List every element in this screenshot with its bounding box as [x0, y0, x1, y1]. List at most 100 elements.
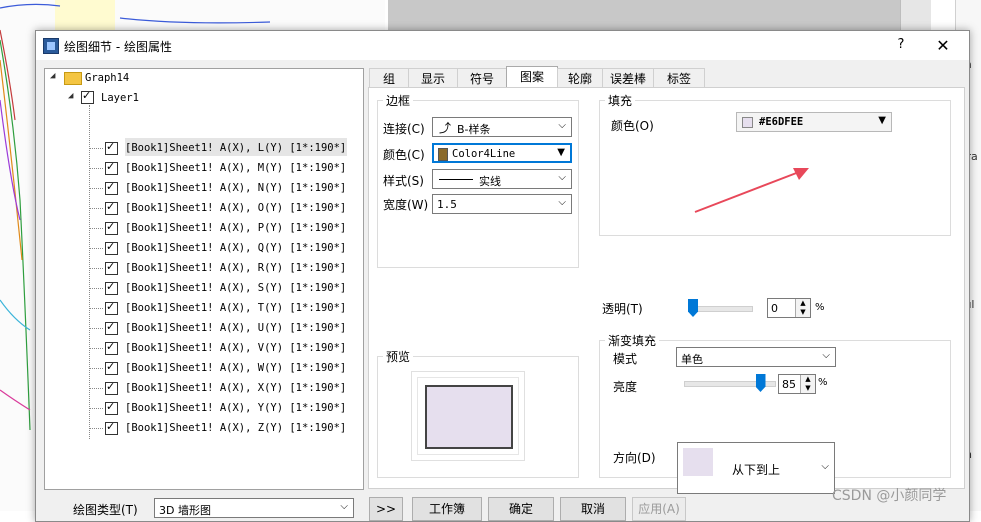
- folder-icon: [64, 72, 82, 85]
- tree-connector: [89, 428, 103, 429]
- app-icon: [43, 38, 59, 54]
- plot-checkbox[interactable]: [105, 420, 118, 435]
- fill-group-label: 填充: [605, 92, 636, 109]
- plot-type-label: 绘图类型(T): [73, 503, 138, 517]
- tab-display[interactable]: 显示: [408, 68, 458, 89]
- tree-plot-item[interactable]: [Book1]Sheet1! A(X), M(Y) [1*:190*]: [125, 162, 346, 174]
- pattern-tab-panel: 边框 连接(C) ⤴ B-样条 ⌵ 颜色(C) Color4Line ▼ 样式(…: [368, 87, 965, 494]
- tree-plot-item[interactable]: [Book1]Sheet1! A(X), W(Y) [1*:190*]: [125, 362, 346, 374]
- watermark: CSDN @小颜同学: [832, 488, 947, 504]
- tree-connector: [89, 368, 103, 369]
- collapse-icon[interactable]: ◢: [68, 91, 73, 101]
- transparency-slider-track[interactable]: [691, 306, 753, 312]
- annotation-arrow-icon: [694, 168, 809, 213]
- expand-button[interactable]: >>: [369, 497, 403, 521]
- ok-button[interactable]: 确定: [488, 497, 554, 521]
- connect-select[interactable]: ⤴ B-样条 ⌵: [432, 117, 572, 137]
- plot-checkbox[interactable]: [105, 200, 118, 215]
- plot-checkbox[interactable]: [105, 320, 118, 335]
- tree-plot-item[interactable]: [Book1]Sheet1! A(X), P(Y) [1*:190*]: [125, 222, 346, 234]
- spin-down-icon[interactable]: ▼: [800, 384, 815, 393]
- line-color-label: 颜色(C): [383, 148, 425, 162]
- plot-checkbox[interactable]: [105, 400, 118, 415]
- tree-connector: [89, 408, 103, 409]
- transparency-label: 透明(T): [602, 302, 643, 316]
- plot-checkbox[interactable]: [105, 280, 118, 295]
- tree-plot-item[interactable]: [Book1]Sheet1! A(X), L(Y) [1*:190*]: [125, 142, 346, 154]
- tree-plot-item[interactable]: [Book1]Sheet1! A(X), O(Y) [1*:190*]: [125, 202, 346, 214]
- line-color-select[interactable]: Color4Line ▼: [432, 143, 572, 163]
- cancel-button[interactable]: 取消: [560, 497, 626, 521]
- color4line-swatch: [438, 148, 448, 161]
- tree-connector: [89, 308, 103, 309]
- plot-checkbox[interactable]: [105, 300, 118, 315]
- plot-checkbox[interactable]: [105, 360, 118, 375]
- tree-root-graph[interactable]: Graph14: [85, 72, 129, 84]
- tree-connector: [89, 228, 103, 229]
- chevron-down-icon: ⌵: [558, 197, 566, 208]
- line-style-select[interactable]: 实线 ⌵: [432, 169, 572, 189]
- tab-label[interactable]: 标签: [653, 68, 705, 89]
- tree-plot-item[interactable]: [Book1]Sheet1! A(X), R(Y) [1*:190*]: [125, 262, 346, 274]
- tree-connector: [89, 288, 103, 289]
- background-window-gray: [388, 0, 900, 30]
- brightness-label: 亮度: [613, 380, 638, 394]
- workbook-button[interactable]: 工作簿: [412, 497, 482, 521]
- plot-checkbox[interactable]: [105, 180, 118, 195]
- tree-plot-item[interactable]: [Book1]Sheet1! A(X), Q(Y) [1*:190*]: [125, 242, 346, 254]
- plot-checkbox[interactable]: [105, 220, 118, 235]
- tree-plot-item[interactable]: [Book1]Sheet1! A(X), X(Y) [1*:190*]: [125, 382, 346, 394]
- chevron-down-icon: ⌵: [821, 461, 829, 472]
- tab-error-bar[interactable]: 误差棒: [602, 68, 654, 89]
- title-bar: 绘图细节 - 绘图属性 ? ✕: [36, 31, 969, 60]
- transparency-spinbox[interactable]: 0 ▲ ▼: [767, 298, 811, 318]
- bspline-icon: ⤴: [439, 121, 452, 135]
- plot-checkbox[interactable]: [105, 260, 118, 275]
- background-toolbar: [900, 0, 931, 30]
- tree-connector: [89, 248, 103, 249]
- fill-color-label: 颜色(O): [611, 119, 654, 133]
- tree-plot-item[interactable]: [Book1]Sheet1! A(X), U(Y) [1*:190*]: [125, 322, 346, 334]
- dropdown-arrow-icon: ▼: [557, 147, 565, 158]
- layer-checkbox[interactable]: [81, 89, 94, 104]
- tree-connector: [89, 168, 103, 169]
- preview-frame: [411, 371, 525, 461]
- plot-checkbox[interactable]: [105, 140, 118, 155]
- tree-connector: [89, 348, 103, 349]
- tab-group[interactable]: 组: [369, 68, 409, 89]
- tree-plot-item[interactable]: [Book1]Sheet1! A(X), V(Y) [1*:190*]: [125, 342, 346, 354]
- plot-checkbox[interactable]: [105, 160, 118, 175]
- line-width-select[interactable]: 1.5 ⌵: [432, 194, 572, 214]
- tree-plot-item[interactable]: [Book1]Sheet1! A(X), Y(Y) [1*:190*]: [125, 402, 346, 414]
- gradient-mode-select[interactable]: 单色 ⌵: [676, 347, 836, 367]
- tab-outline[interactable]: 轮廓: [557, 68, 603, 89]
- spin-down-icon[interactable]: ▼: [795, 308, 810, 317]
- help-button[interactable]: ?: [891, 35, 911, 55]
- tree-connector: [89, 148, 103, 149]
- plot-tree[interactable]: ◢ Graph14 ◢ Layer1 [Book1]Sheet1! A(X), …: [44, 68, 364, 490]
- tree-plot-item[interactable]: [Book1]Sheet1! A(X), T(Y) [1*:190*]: [125, 302, 346, 314]
- tree-plot-item[interactable]: [Book1]Sheet1! A(X), N(Y) [1*:190*]: [125, 182, 346, 194]
- line-width-label: 宽度(W): [383, 198, 429, 212]
- brightness-spinbox[interactable]: 85 ▲ ▼: [778, 374, 816, 394]
- chevron-down-icon: ⌵: [558, 172, 566, 183]
- tree-plot-item[interactable]: [Book1]Sheet1! A(X), S(Y) [1*:190*]: [125, 282, 346, 294]
- tree-plot-item[interactable]: [Book1]Sheet1! A(X), Z(Y) [1*:190*]: [125, 422, 346, 434]
- transparency-slider-thumb[interactable]: [688, 299, 698, 317]
- tab-pattern[interactable]: 图案: [506, 66, 558, 89]
- fill-color-select[interactable]: #E6DFEE ▼: [736, 112, 892, 132]
- collapse-icon[interactable]: ◢: [50, 71, 55, 81]
- chevron-down-icon: ⌵: [558, 120, 566, 131]
- close-button[interactable]: ✕: [931, 35, 955, 57]
- border-group-label: 边框: [383, 92, 414, 109]
- plot-checkbox[interactable]: [105, 380, 118, 395]
- apply-button[interactable]: 应用(A): [632, 497, 686, 521]
- plot-checkbox[interactable]: [105, 240, 118, 255]
- tree-layer[interactable]: Layer1: [101, 92, 139, 104]
- line-style-label: 样式(S): [383, 174, 424, 188]
- plot-checkbox[interactable]: [105, 340, 118, 355]
- gradient-mode-label: 模式: [613, 352, 638, 366]
- direction-select[interactable]: 从下到上 ⌵: [677, 442, 835, 494]
- tab-symbol[interactable]: 符号: [457, 68, 507, 89]
- plot-type-select[interactable]: 3D 墙形图 ⌵: [154, 498, 354, 518]
